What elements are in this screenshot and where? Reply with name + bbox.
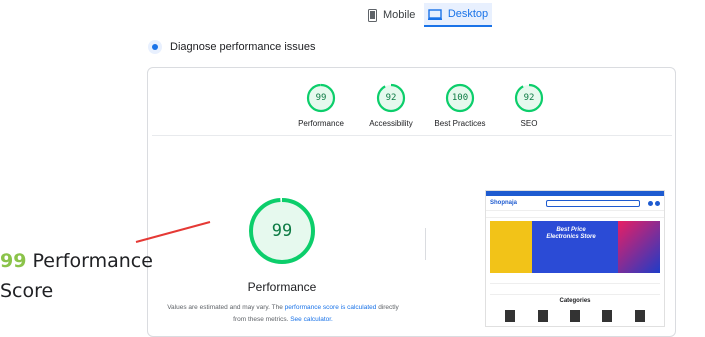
thumb-item [602, 310, 613, 322]
annotation-text: Performance [26, 250, 153, 272]
vertical-separator [425, 228, 426, 260]
annotation-line1: 99 Performance [0, 246, 153, 276]
thumb-category-items [486, 310, 664, 322]
thumb-nav [486, 210, 664, 218]
gauge-score: 92 [385, 93, 397, 103]
thumb-header: Shopnaja [486, 196, 664, 210]
gauge-ring: 92 [376, 83, 406, 113]
thumb-feature-row [490, 276, 660, 284]
tab-mobile-label: Mobile [383, 9, 416, 21]
main-gauge-score: 99 [271, 221, 293, 241]
thumb-item [537, 310, 548, 322]
final-screenshot-thumbnail: Shopnaja Best Price Electronics Store Ca… [485, 190, 665, 327]
thumb-cart-icon [648, 200, 653, 206]
diagnose-title: Diagnose performance issues [170, 41, 316, 53]
gauge-score: 92 [523, 93, 535, 103]
thumb-logo: Shopnaja [490, 200, 518, 206]
gauge-label: SEO [520, 119, 538, 128]
gauge-seo[interactable]: 92 SEO [484, 83, 574, 128]
tab-desktop[interactable]: Desktop [424, 3, 492, 27]
tab-desktop-label: Desktop [447, 8, 489, 20]
annotation-caption: 99 Performance Score [0, 246, 153, 306]
thumb-categories-heading: Categories [559, 298, 591, 304]
tab-mobile[interactable]: Mobile [368, 4, 415, 26]
annotation-arrow [135, 221, 211, 243]
note-text: Values are estimated and may vary. The [167, 304, 285, 311]
thumb-banner-line2: Electronics Store [546, 234, 596, 240]
mobile-icon [368, 8, 377, 22]
main-gauge-label: Performance [247, 280, 317, 294]
annotation-line2: Score [0, 280, 54, 302]
thumb-user-icon [655, 200, 660, 206]
thumb-banner-image [618, 221, 660, 273]
thumb-banner-text: Best Price Electronics Store [536, 227, 606, 241]
gauge-ring: 99 [306, 83, 336, 113]
diagnose-icon [148, 40, 162, 54]
thumb-item [634, 310, 645, 322]
main-performance-gauge: 99 [247, 196, 317, 266]
thumb-feature-row [490, 287, 660, 295]
diagnose-heading: Diagnose performance issues [148, 40, 316, 54]
gauge-score: 100 [451, 93, 469, 103]
see-calculator-link[interactable]: See calculator. [290, 316, 333, 323]
gauge-ring: 100 [445, 83, 475, 113]
thumb-banner: Best Price Electronics Store [490, 221, 660, 273]
thumb-banner-products [490, 221, 532, 273]
annotation-number: 99 [0, 250, 27, 272]
thumb-item [505, 310, 516, 322]
desktop-icon [427, 8, 442, 20]
thumb-item [569, 310, 580, 322]
thumb-banner-line1: Best Price [556, 227, 586, 233]
gauge-score: 99 [315, 93, 327, 103]
score-note: Values are estimated and may vary. The p… [160, 302, 406, 326]
section-divider [152, 135, 672, 136]
gauge-ring: 92 [514, 83, 544, 113]
device-tabs: Mobile Desktop [0, 0, 705, 28]
performance-score-link[interactable]: performance score is calculated [285, 304, 377, 311]
thumb-search [546, 199, 640, 207]
